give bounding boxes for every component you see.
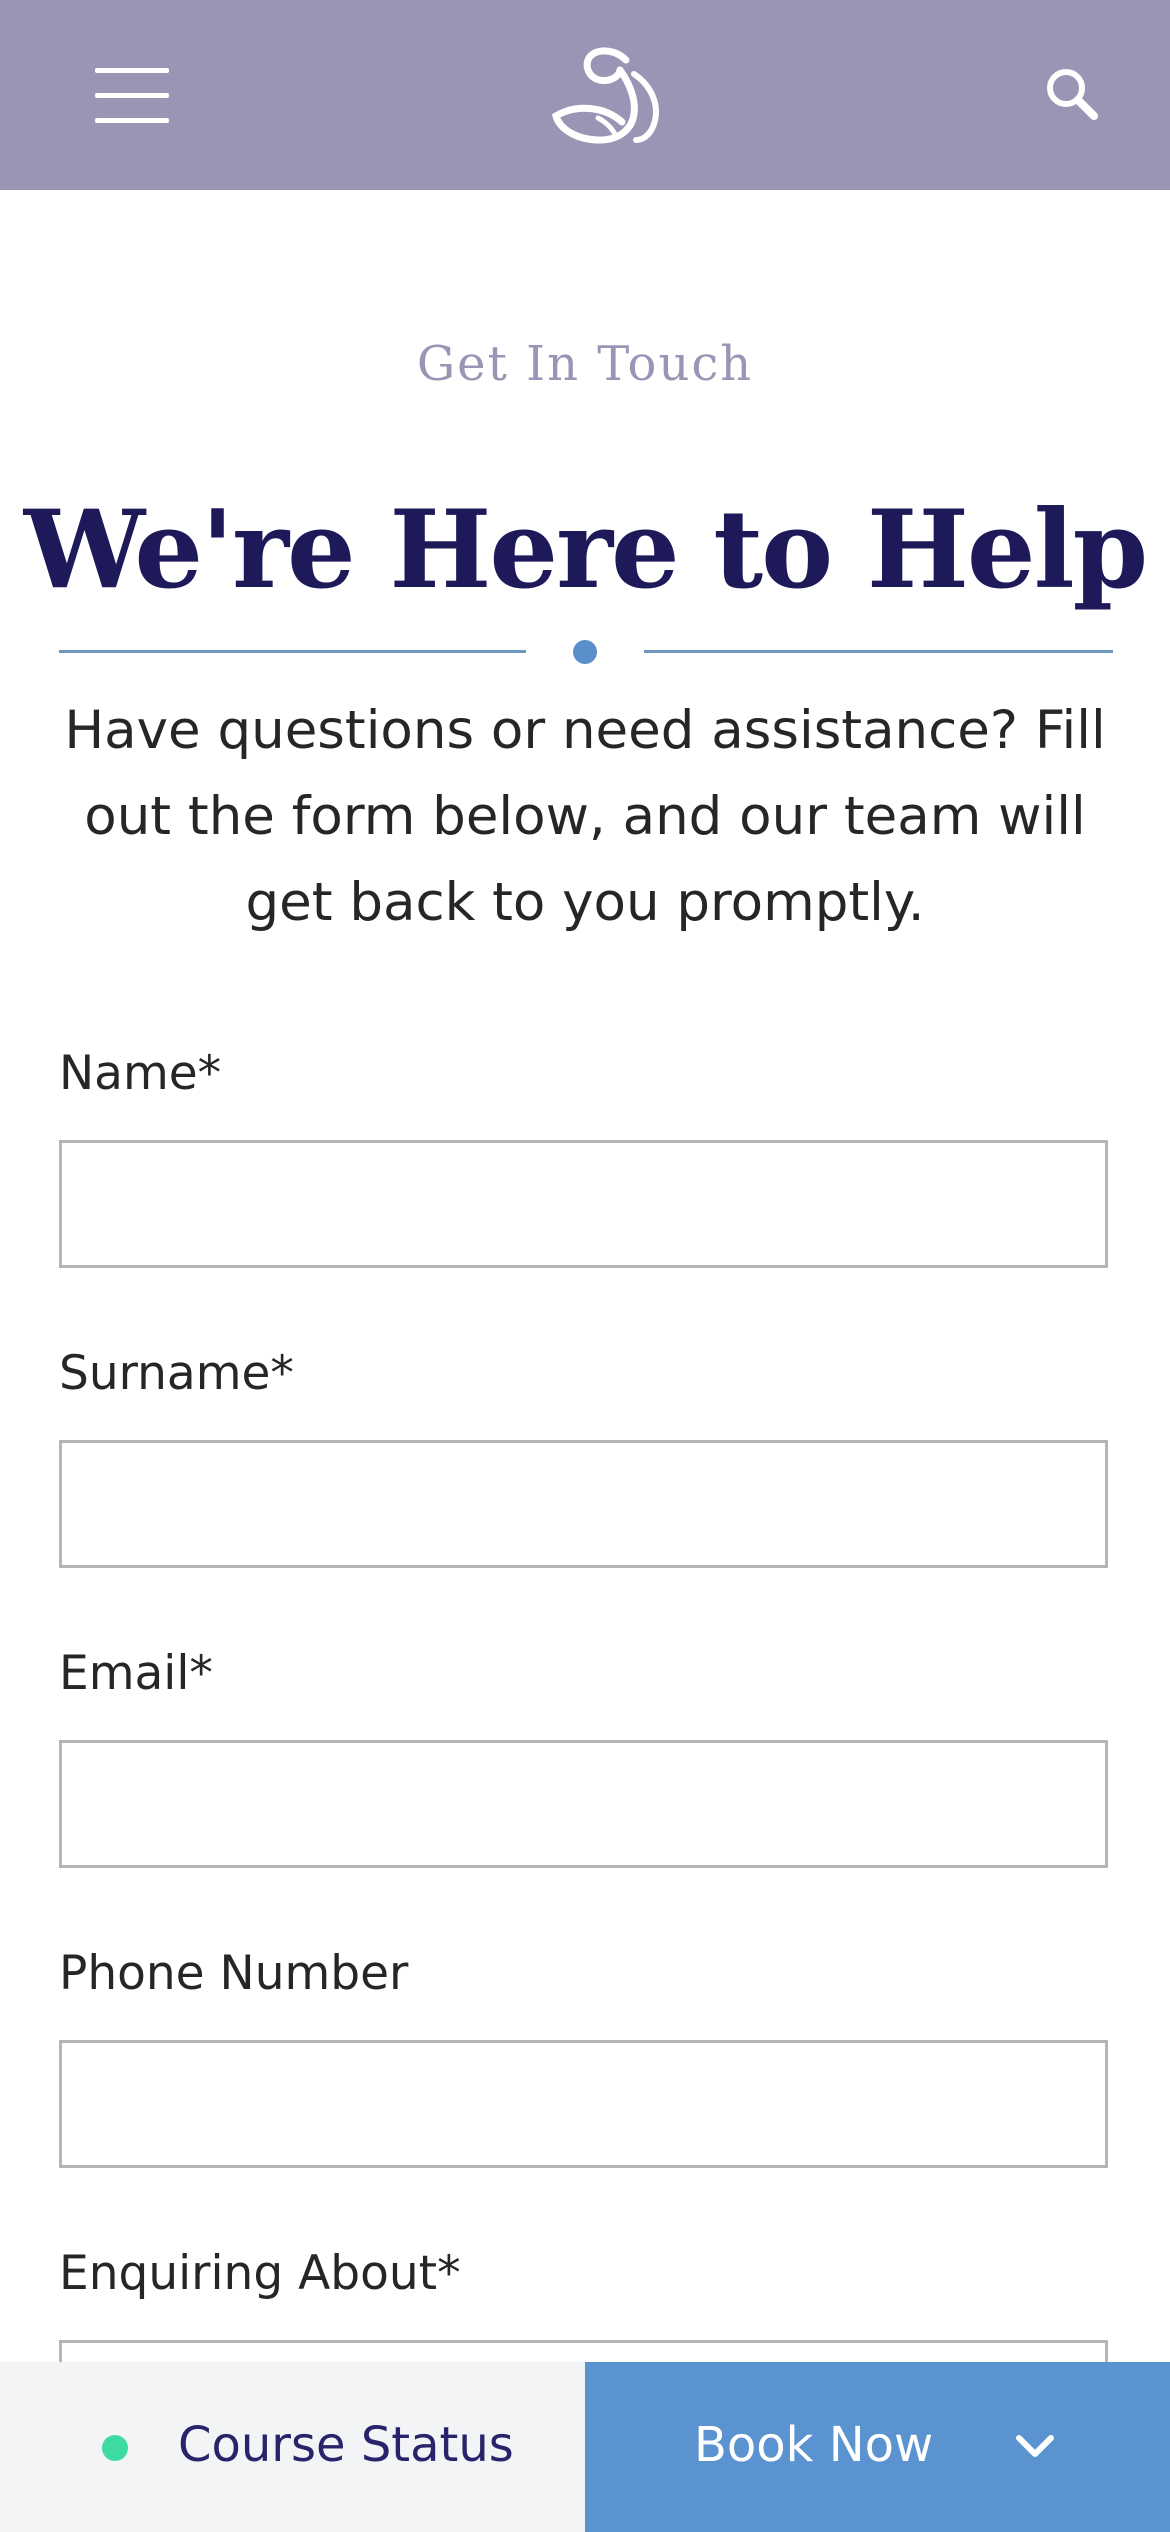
email-field[interactable] [59, 1740, 1108, 1868]
divider-line-left [59, 650, 526, 653]
enquiring-about-label: Enquiring About* [59, 2246, 461, 2301]
surname-label: Surname* [59, 1346, 294, 1401]
course-status-button[interactable]: Course Status [0, 2362, 585, 2532]
course-status-label: Course Status [178, 2417, 514, 2473]
name-field[interactable] [59, 1140, 1108, 1268]
book-now-button[interactable]: Book Now [585, 2362, 1170, 2532]
site-header [0, 0, 1170, 190]
name-label: Name* [59, 1046, 222, 1101]
swan-logo[interactable] [548, 44, 668, 146]
phone-label: Phone Number [59, 1946, 409, 2001]
page-title: We're Here to Help [23, 487, 1148, 613]
eyebrow-text: Get In Touch [416, 336, 754, 392]
divider-line-right [644, 650, 1113, 653]
search-icon[interactable] [1044, 66, 1100, 122]
status-indicator-dot [102, 2435, 128, 2461]
phone-field[interactable] [59, 2040, 1108, 2168]
intro-text: Have questions or need assistance? Fill … [64, 700, 1106, 933]
surname-field[interactable] [59, 1440, 1108, 1568]
bottom-action-bar: Course Status Book Now [0, 2362, 1170, 2532]
hamburger-menu-icon[interactable] [95, 68, 169, 124]
email-label: Email* [59, 1646, 213, 1701]
divider-dot [573, 640, 597, 664]
book-now-label: Book Now [694, 2417, 934, 2473]
chevron-down-icon [1013, 2428, 1057, 2464]
